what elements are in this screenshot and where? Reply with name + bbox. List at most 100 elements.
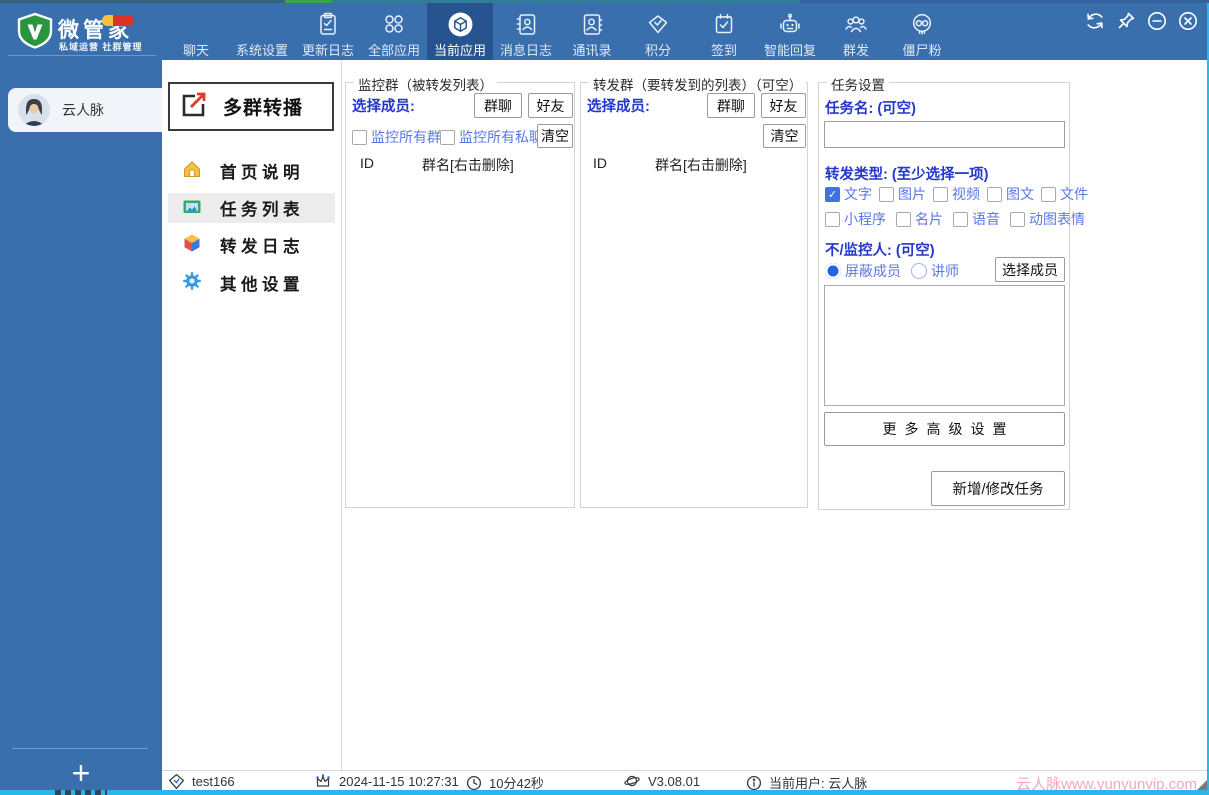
gem-icon	[168, 773, 185, 790]
menu-item-home[interactable]: 首页说明	[168, 156, 335, 186]
type-sticker-checkbox[interactable]: 动图表情	[1010, 209, 1085, 229]
status-version: V3.08.01	[623, 773, 700, 789]
export-arrow-icon	[179, 89, 209, 124]
task-panel-title: 任务设置	[827, 74, 889, 94]
pin-icon[interactable]	[1115, 10, 1137, 32]
user-card[interactable]: 云人脉	[8, 88, 162, 132]
checkbox-icon	[352, 130, 367, 145]
radio-icon	[911, 263, 927, 279]
checkin-icon	[711, 9, 737, 39]
checkbox-icon	[1041, 187, 1056, 202]
type-text-checkbox[interactable]: ✓ 文字	[825, 184, 872, 204]
type-video-checkbox[interactable]: 视频	[933, 184, 980, 204]
forward-type-row-2: 小程序 名片 语音 动图表情	[825, 209, 1067, 229]
forward-panel-title: 转发群（要转发到的列表）（可空）	[589, 74, 806, 94]
type-image-checkbox[interactable]: 图片	[879, 184, 926, 204]
shield-logo-icon	[16, 12, 54, 59]
tab-checkin[interactable]: 签到	[691, 3, 757, 60]
monitor-group-list[interactable]	[348, 177, 572, 505]
radio-block-members[interactable]: 屏蔽成员	[825, 261, 901, 281]
radio-lecturer[interactable]: 讲师	[911, 261, 959, 281]
task-list-icon	[182, 196, 202, 221]
status-datetime: 2024-11-15 10:27:31	[314, 773, 459, 789]
tab-broadcast[interactable]: 群发	[823, 3, 889, 60]
forward-group-list[interactable]	[583, 177, 805, 505]
app-window: 微管家 私域运营 社群管理 聊天 系统设置 更新日志	[0, 0, 1209, 795]
crown-icon	[314, 773, 332, 789]
add-account-button[interactable]: +	[0, 754, 162, 792]
checkbox-icon	[933, 187, 948, 202]
task-settings-panel: 任务设置 任务名: (可空) 转发类型: (至少选择一项) ✓ 文字 图片 视频…	[818, 82, 1070, 510]
window-controls	[1084, 10, 1199, 32]
logo-divider	[8, 55, 156, 56]
user-name: 云人脉	[62, 100, 104, 120]
advanced-settings-button[interactable]: 更多高级设置	[824, 412, 1065, 446]
monitor-all-private-checkbox[interactable]: 监控所有私聊	[440, 127, 543, 147]
top-toolbar: 微管家 私域运营 社群管理 聊天 系统设置 更新日志	[0, 3, 1209, 60]
app-logo: 微管家 私域运营 社群管理	[14, 9, 164, 57]
tab-contacts[interactable]: 通讯录	[559, 3, 625, 60]
message-log-icon	[513, 9, 539, 39]
brand-subtitle: 私域运营 社群管理	[59, 40, 143, 53]
checkbox-icon	[953, 212, 968, 227]
tab-all-apps[interactable]: 全部应用	[361, 3, 427, 60]
tab-auto-reply[interactable]: 智能回复	[757, 3, 823, 60]
monitor-group-chat-button[interactable]: 群聊	[474, 93, 522, 118]
monitor-friend-button[interactable]: 好友	[528, 93, 573, 118]
forward-col-id: ID	[593, 155, 607, 171]
radio-selected-icon	[825, 263, 841, 279]
tab-system-settings[interactable]: 系统设置	[229, 3, 295, 60]
tab-changelog[interactable]: 更新日志	[295, 3, 361, 60]
clipped-text-artifact	[55, 790, 107, 795]
tab-zombie-fans[interactable]: 僵尸粉	[889, 3, 955, 60]
app-title-banner: 多群转播	[168, 82, 334, 131]
sidebar-divider	[12, 748, 148, 749]
minimize-icon[interactable]	[1146, 10, 1168, 32]
add-modify-task-button[interactable]: 新增/修改任务	[931, 471, 1065, 506]
menu-item-task-list[interactable]: 任务列表	[168, 193, 335, 223]
forward-type-row-1: ✓ 文字 图片 视频 图文 文件	[825, 184, 1067, 204]
app-title: 多群转播	[223, 93, 303, 120]
close-icon[interactable]	[1177, 10, 1199, 32]
planet-icon	[623, 773, 641, 789]
refresh-icon[interactable]	[1084, 10, 1106, 32]
window-bottom-border	[0, 790, 1209, 795]
forward-group-panel: 转发群（要转发到的列表）（可空） 选择成员: 群聊 好友 清空 ID 群名[右击…	[580, 82, 808, 508]
menu-item-other-settings[interactable]: 其他设置	[168, 268, 335, 298]
type-file-checkbox[interactable]: 文件	[1041, 184, 1088, 204]
task-name-input[interactable]	[824, 121, 1065, 148]
checkbox-checked-icon: ✓	[825, 187, 840, 202]
account-sidebar: 云人脉 +	[0, 60, 162, 790]
forward-type-label: 转发类型: (至少选择一项)	[825, 163, 989, 184]
forward-select-label: 选择成员:	[587, 95, 650, 116]
app-menu: 多群转播 首页说明 任务列表	[162, 60, 342, 770]
home-icon	[182, 159, 202, 184]
monitor-all-groups-checkbox[interactable]: 监控所有群	[352, 127, 441, 147]
forward-friend-button[interactable]: 好友	[761, 93, 806, 118]
contacts-icon	[579, 9, 605, 39]
changelog-icon	[315, 9, 341, 39]
type-voice-checkbox[interactable]: 语音	[953, 209, 1000, 229]
info-icon	[746, 775, 762, 791]
forward-group-chat-button[interactable]: 群聊	[707, 93, 755, 118]
type-card-checkbox[interactable]: 名片	[896, 209, 943, 229]
type-imagetext-checkbox[interactable]: 图文	[987, 184, 1034, 204]
menu-item-forward-log[interactable]: 转发日志	[168, 230, 335, 260]
tab-message-log[interactable]: 消息日志	[493, 3, 559, 60]
monitor-clear-button[interactable]: 清空	[537, 124, 573, 148]
type-miniprogram-checkbox[interactable]: 小程序	[825, 209, 886, 229]
settings-icon	[182, 271, 202, 296]
tab-points[interactable]: 积分	[625, 3, 691, 60]
tab-chat[interactable]: 聊天	[163, 3, 229, 60]
checkbox-icon	[1010, 212, 1025, 227]
forward-clear-button[interactable]: 清空	[763, 124, 806, 148]
select-member-button[interactable]: 选择成员	[995, 257, 1065, 282]
blocked-member-list[interactable]	[824, 285, 1065, 406]
robot-icon	[777, 9, 803, 39]
checkbox-icon	[896, 212, 911, 227]
checkbox-icon	[825, 212, 840, 227]
forward-col-name: 群名[右击删除]	[655, 155, 747, 175]
monitor-col-name: 群名[右击删除]	[422, 155, 514, 175]
checkbox-icon	[440, 130, 455, 145]
tab-current-app[interactable]: 当前应用	[427, 3, 493, 60]
